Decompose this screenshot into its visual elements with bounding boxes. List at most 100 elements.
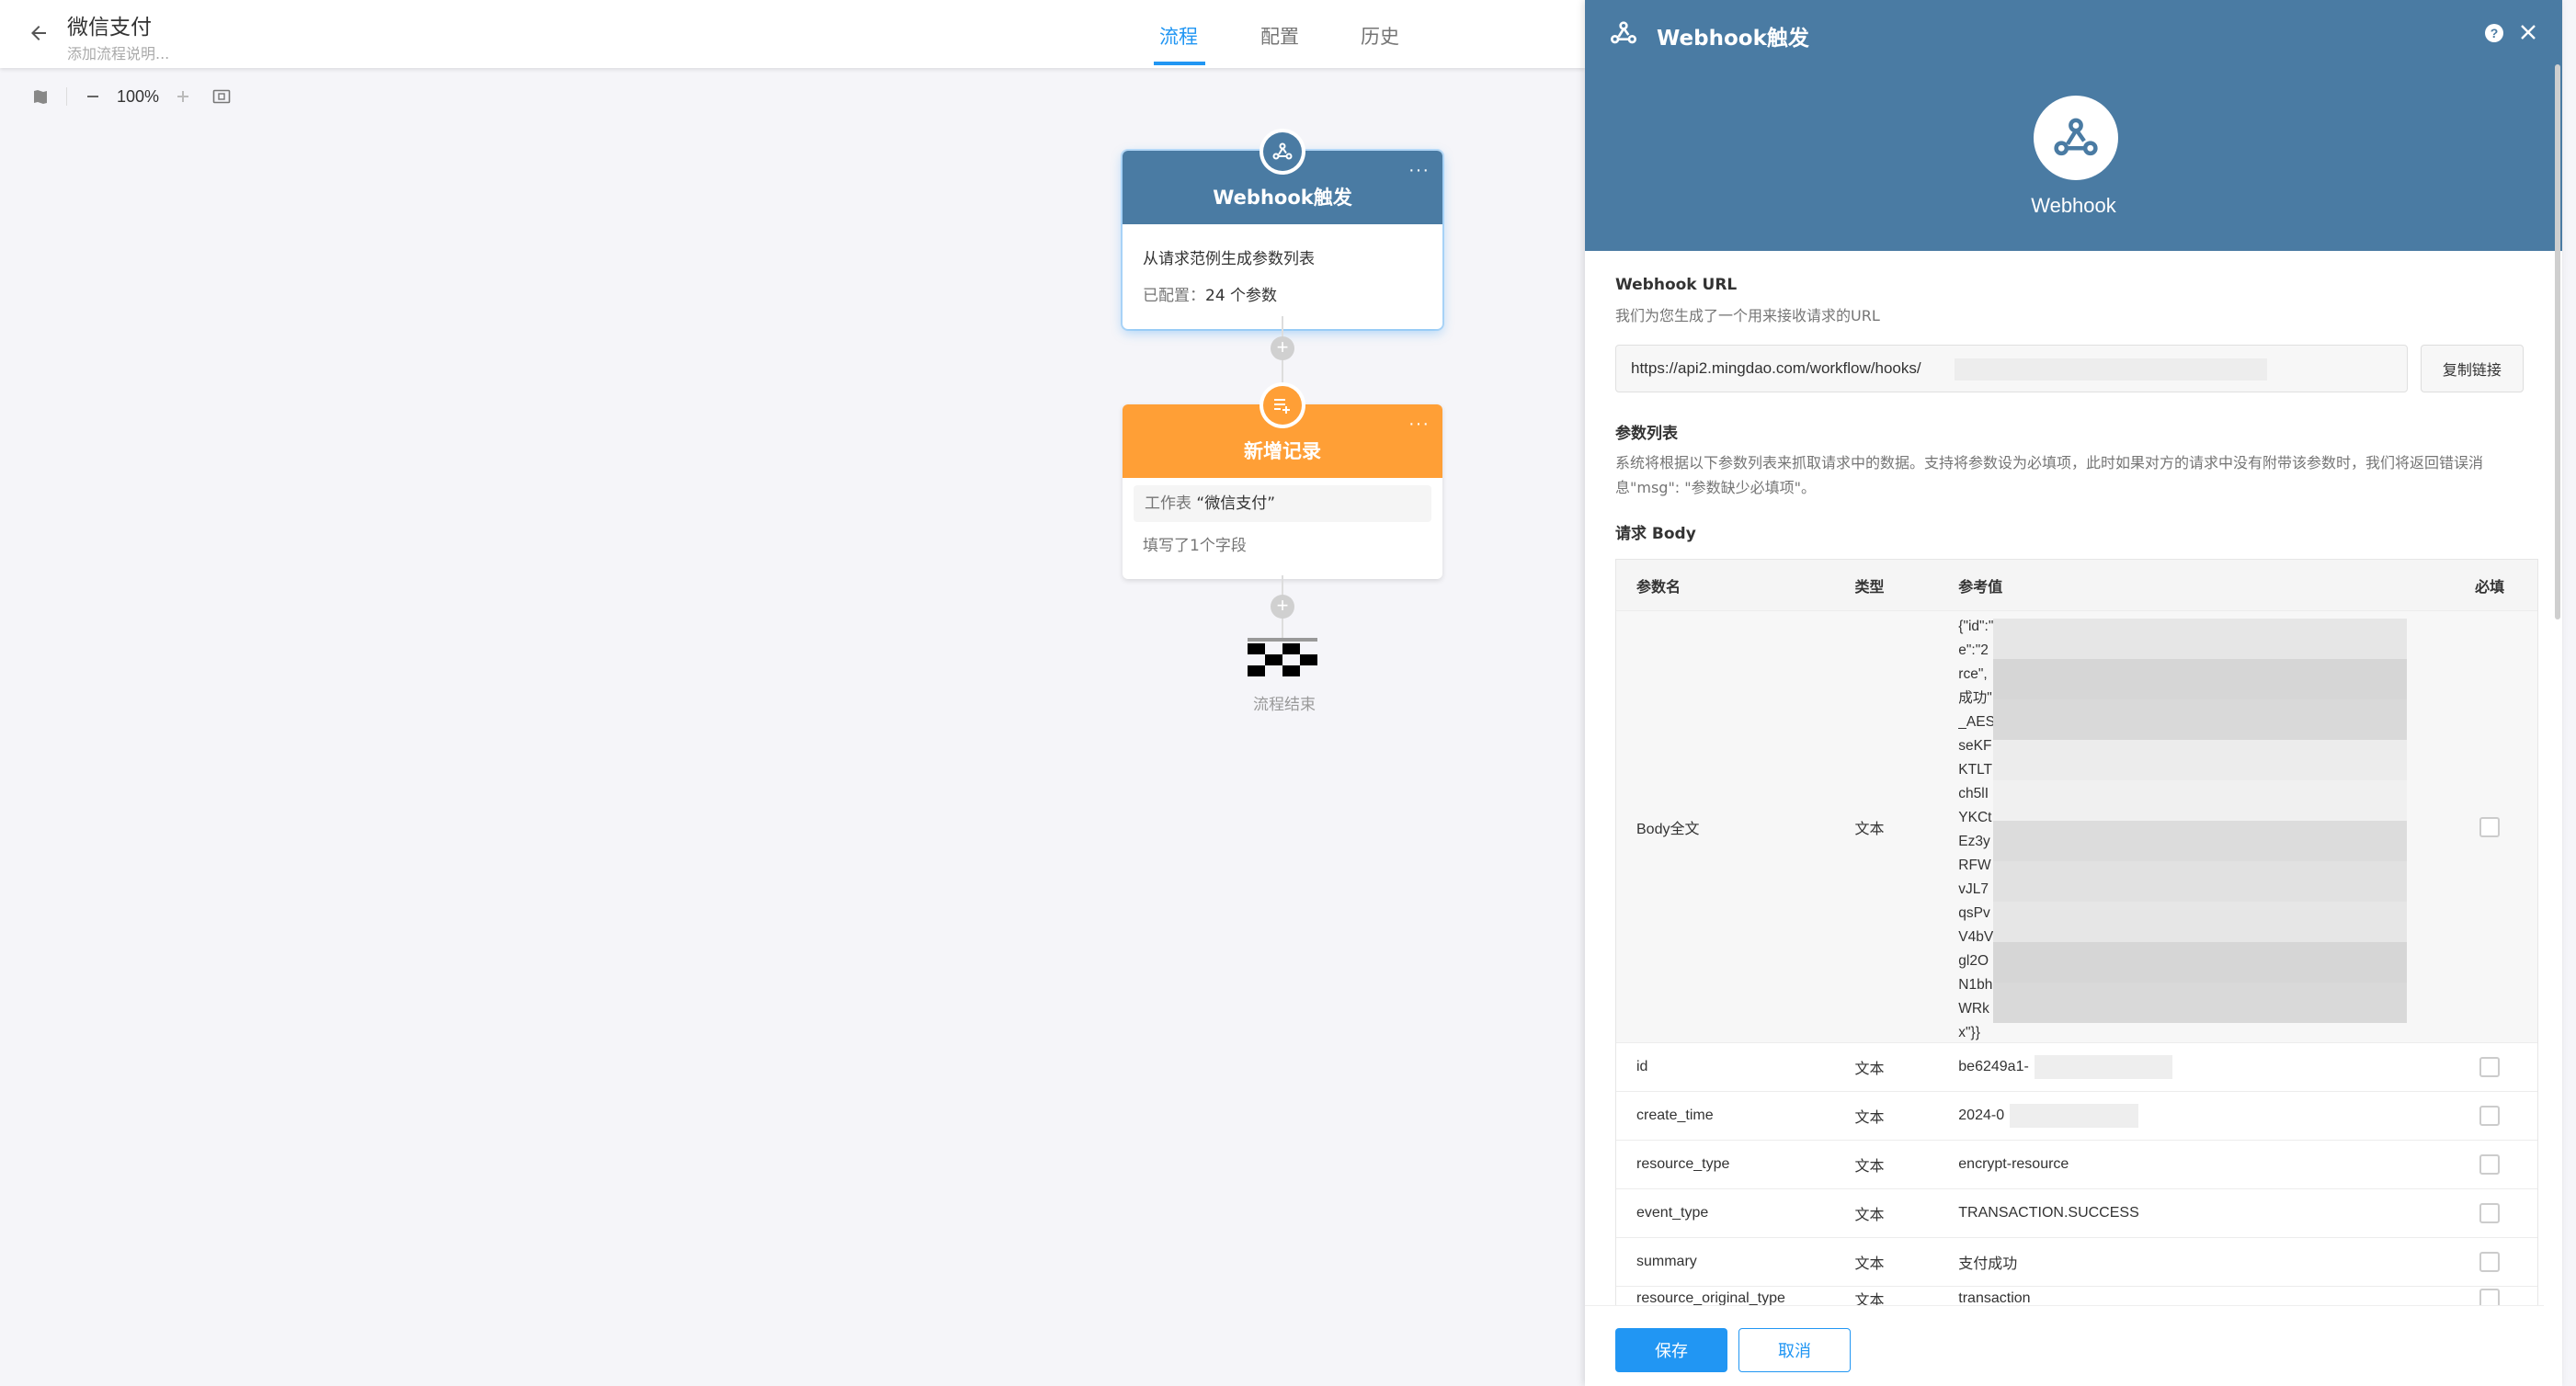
fit-screen-icon[interactable]: [209, 84, 234, 109]
add-node-button[interactable]: +: [1271, 595, 1294, 619]
zoom-in-icon[interactable]: [170, 84, 196, 109]
mosaic-cell: [2159, 821, 2201, 861]
mosaic-cell: [2200, 821, 2242, 861]
param-ref-value: TRANSACTION.SUCCESS: [1958, 1205, 2139, 1221]
flow-end-label: 流程结束: [1253, 696, 1316, 714]
add-record-node[interactable]: 新增记录 ··· 工作表 “微信支付” 填写了1个字段: [1123, 382, 1442, 579]
mosaic-cell: [2283, 780, 2325, 821]
param-ref: 2024-0: [1958, 1092, 2442, 1140]
column-header-required: 必填: [2475, 577, 2505, 596]
panel-footer: 保存 取消: [1585, 1305, 2544, 1386]
minimap-icon[interactable]: [28, 84, 53, 109]
mosaic-cell: [2324, 983, 2366, 1023]
close-button[interactable]: [2513, 17, 2544, 48]
tab-flow[interactable]: 流程: [1159, 22, 1198, 50]
mosaic-cell: [2200, 740, 2242, 780]
help-icon[interactable]: ?: [2485, 24, 2503, 42]
table-header: 参数名 类型 参考值 必填: [1616, 560, 2537, 611]
mosaic-cell: [2324, 699, 2366, 740]
body-line-start: _AES: [1958, 714, 1995, 730]
mosaic-cell: [2200, 942, 2242, 983]
mosaic-cell: [2076, 942, 2118, 983]
mosaic-cell: [2241, 821, 2284, 861]
mosaic-cell: [1993, 780, 2035, 821]
required-checkbox[interactable]: [2479, 1252, 2501, 1272]
mosaic-cell: [2365, 942, 2408, 983]
mosaic-cell: [2324, 942, 2366, 983]
required-checkbox[interactable]: [2479, 1057, 2501, 1077]
param-ref-value: encrypt-resource: [1958, 1156, 2069, 1172]
param-ref: encrypt-resource: [1958, 1141, 2442, 1188]
param-name: create_time: [1636, 1108, 1714, 1123]
param-ref: TRANSACTION.SUCCESS: [1958, 1189, 2442, 1237]
webhook-url-text: https://api2.mingdao.com/workflow/hooks/: [1631, 359, 1921, 377]
param-ref: {"id":"e":"2ource",寸成功"AD_AESz5seKFGrKTL…: [1958, 611, 2442, 1042]
required-checkbox[interactable]: [2479, 1154, 2501, 1175]
tab-config[interactable]: 配置: [1260, 22, 1299, 50]
mosaic-cell: [2117, 699, 2160, 740]
table-row: resource_type 文本 encrypt-resource: [1616, 1141, 2537, 1189]
top-header: 微信支付 添加流程说明... 流程 配置 历史: [0, 0, 1585, 68]
back-button[interactable]: [22, 17, 55, 50]
required-cell: [2442, 1106, 2537, 1126]
flow-description[interactable]: 添加流程说明...: [67, 41, 169, 63]
mosaic-cell: [2241, 699, 2284, 740]
tab-history[interactable]: 历史: [1361, 22, 1399, 50]
scrollbar-thumb[interactable]: [2555, 64, 2560, 619]
url-section-title: Webhook URL: [1615, 276, 1738, 294]
mosaic-cell: [2365, 983, 2408, 1023]
mosaic-cell: [2200, 902, 2242, 942]
redacted-url-mask: [1955, 358, 2267, 381]
required-checkbox[interactable]: [2479, 1203, 2501, 1223]
param-ref: 支付成功: [1958, 1238, 2442, 1286]
cancel-button[interactable]: 取消: [1738, 1328, 1851, 1372]
trigger-node-menu-icon[interactable]: ···: [1408, 160, 1430, 181]
save-button[interactable]: 保存: [1615, 1328, 1727, 1372]
mosaic-cell: [1993, 659, 2035, 699]
body-line-start: V4bV: [1958, 929, 1994, 945]
body-line-start: ch5lI: [1958, 786, 1989, 801]
table-row: create_time 文本 2024-0: [1616, 1092, 2537, 1141]
webhook-trigger-node[interactable]: Webhook触发 ··· 从请求范例生成参数列表 已配置：24 个参数: [1123, 129, 1442, 329]
panel-scrollbar[interactable]: [2553, 64, 2562, 619]
mosaic-cell: [2035, 699, 2077, 740]
copy-link-button[interactable]: 复制链接: [2420, 345, 2524, 392]
webhook-url-field[interactable]: https://api2.mingdao.com/workflow/hooks/: [1615, 345, 2408, 392]
mosaic-cell: [2200, 780, 2242, 821]
param-ref-value: be6249a1-: [1958, 1059, 2029, 1074]
param-ref-value: transaction: [1958, 1289, 2031, 1306]
zoom-out-icon[interactable]: [80, 84, 106, 109]
mosaic-cell: [2324, 780, 2366, 821]
mosaic-cell: [2076, 659, 2118, 699]
mosaic-cell: [2283, 659, 2325, 699]
param-name: summary: [1636, 1254, 1697, 1269]
redacted-value-mask: [2034, 1055, 2172, 1079]
mosaic-cell: [2365, 619, 2408, 659]
flow-title[interactable]: 微信支付: [67, 9, 152, 40]
param-name: id: [1636, 1059, 1648, 1074]
mosaic-cell: [1993, 861, 2035, 902]
action-node-menu-icon[interactable]: ···: [1408, 414, 1430, 435]
column-header-ref: 参考值: [1958, 577, 2003, 596]
param-name: event_type: [1636, 1205, 1709, 1221]
mosaic-cell: [2159, 659, 2201, 699]
mosaic-cell: [2159, 780, 2201, 821]
redacted-body-mosaic: [1993, 619, 2408, 1023]
param-type: 文本: [1854, 1062, 1885, 1077]
mosaic-cell: [2241, 659, 2284, 699]
mosaic-cell: [2035, 780, 2077, 821]
mosaic-cell: [2200, 699, 2242, 740]
add-node-button[interactable]: +: [1271, 336, 1294, 360]
mosaic-cell: [2241, 740, 2284, 780]
webhook-icon: [1272, 142, 1293, 160]
body-line-start: rce",: [1958, 666, 1988, 682]
panel-body: Webhook URL 我们为您生成了一个用来接收请求的URL https://…: [1615, 276, 2524, 543]
mosaic-cell: [2200, 861, 2242, 902]
required-checkbox[interactable]: [2479, 816, 2501, 837]
action-node-title: 新增记录: [1244, 440, 1321, 462]
mosaic-cell: [2117, 983, 2160, 1023]
webhook-icon: [1611, 21, 1636, 44]
mosaic-cell: [2365, 659, 2408, 699]
mosaic-cell: [2365, 861, 2408, 902]
required-checkbox[interactable]: [2479, 1106, 2501, 1126]
